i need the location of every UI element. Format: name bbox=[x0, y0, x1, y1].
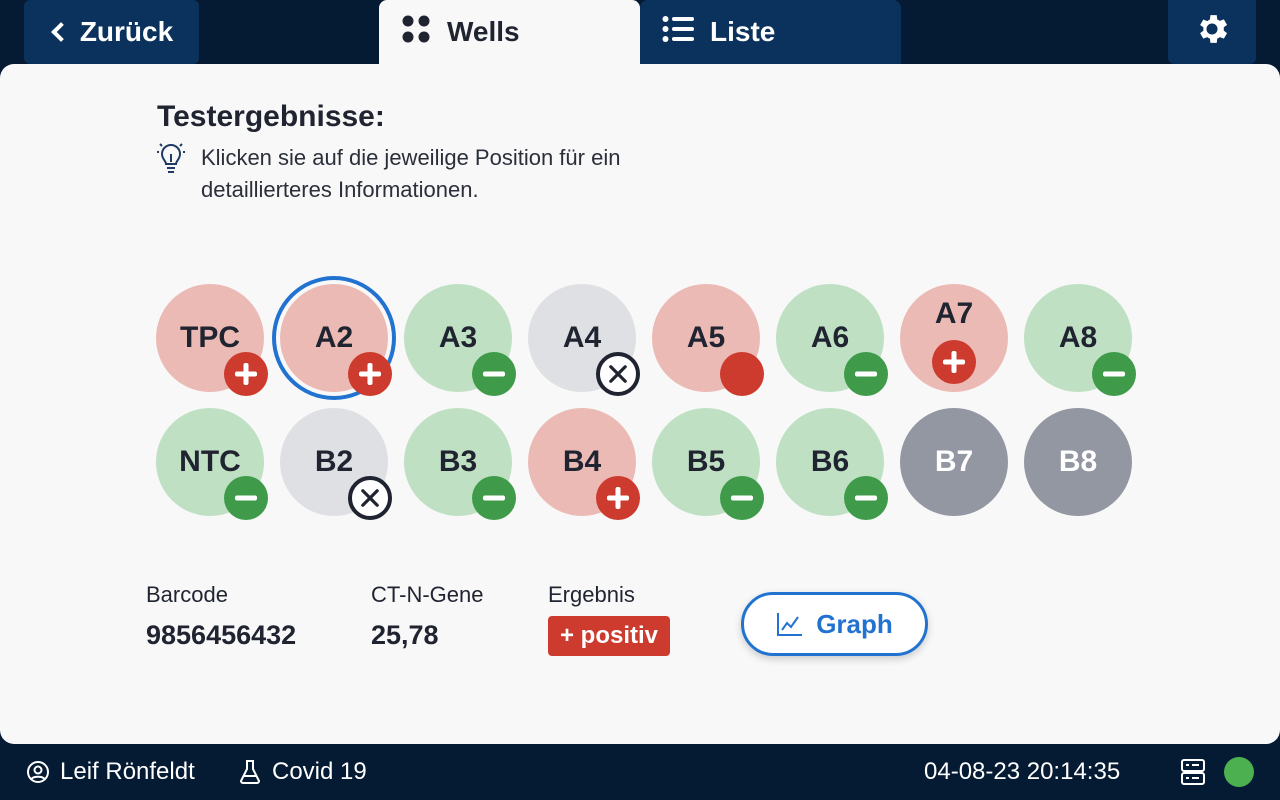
well-grid: TPC A2 A3 A4 A5 A6 A7 A8 NTC B2 B3 B4 B5 B6 B7 B8 bbox=[156, 284, 1136, 520]
x-circle-icon bbox=[596, 352, 640, 396]
well-ntc[interactable]: NTC bbox=[156, 408, 268, 520]
tab-liste[interactable]: Liste bbox=[640, 0, 901, 64]
dot-icon bbox=[720, 352, 764, 396]
graph-button[interactable]: Graph bbox=[741, 592, 928, 656]
main-panel: Testergebnisse: Klicken sie auf die jewe… bbox=[0, 64, 1280, 744]
well-tpc[interactable]: TPC bbox=[156, 284, 268, 396]
test-info: Covid 19 bbox=[238, 758, 367, 786]
well-a4[interactable]: A4 bbox=[528, 284, 640, 396]
well-label: A6 bbox=[810, 321, 850, 354]
minus-icon bbox=[472, 352, 516, 396]
well-b3[interactable]: B3 bbox=[404, 408, 516, 520]
ct-value: 25,78 bbox=[371, 620, 439, 650]
barcode-block: Barcode 9856456432 bbox=[146, 582, 296, 651]
well-b2[interactable]: B2 bbox=[280, 408, 392, 520]
well-label: B3 bbox=[438, 445, 478, 478]
result-label: Ergebnis bbox=[548, 582, 635, 607]
page-title: Testergebnisse: bbox=[157, 100, 385, 133]
well-label: B4 bbox=[562, 445, 602, 478]
status-indicator bbox=[1224, 757, 1254, 787]
lightbulb-icon bbox=[155, 142, 187, 206]
settings-button[interactable] bbox=[1168, 0, 1256, 64]
well-label: TPC bbox=[180, 321, 240, 354]
result-block: Ergebnis + positiv bbox=[548, 582, 671, 656]
barcode-label: Barcode bbox=[146, 582, 228, 607]
well-label: A2 bbox=[314, 321, 354, 354]
graph-label: Graph bbox=[816, 608, 893, 639]
well-a3[interactable]: A3 bbox=[404, 284, 516, 396]
well-label: NTC bbox=[179, 445, 241, 478]
well-b7[interactable]: B7 bbox=[900, 408, 1008, 516]
ct-label: CT-N-Gene bbox=[371, 582, 484, 607]
minus-icon bbox=[472, 476, 516, 520]
minus-icon bbox=[844, 476, 888, 520]
server-status-button[interactable] bbox=[1180, 758, 1216, 786]
ct-block: CT-N-Gene 25,78 bbox=[371, 582, 483, 651]
well-label: A5 bbox=[686, 321, 726, 354]
user-icon bbox=[27, 761, 49, 783]
well-label: A4 bbox=[562, 321, 602, 354]
user-info: Leif Rönfeldt bbox=[26, 758, 195, 786]
plus-icon bbox=[348, 352, 392, 396]
well-a8[interactable]: A8 bbox=[1024, 284, 1136, 396]
well-label: A8 bbox=[1058, 321, 1098, 354]
well-a7[interactable]: A7 bbox=[900, 284, 1008, 392]
well-label: A7 bbox=[934, 297, 974, 330]
well-label: B2 bbox=[314, 445, 354, 478]
datetime-text: 04-08-23 20:14:35 bbox=[924, 758, 1121, 785]
well-b6[interactable]: B6 bbox=[776, 408, 888, 520]
chart-line-icon bbox=[777, 613, 803, 636]
well-a6[interactable]: A6 bbox=[776, 284, 888, 396]
well-label: B6 bbox=[810, 445, 850, 478]
plus-icon bbox=[932, 340, 976, 384]
well-label: A3 bbox=[438, 321, 478, 354]
flask-icon bbox=[239, 760, 261, 784]
datetime: 04-08-23 20:14:35 bbox=[924, 758, 1120, 786]
server-icon bbox=[1181, 759, 1205, 785]
x-circle-icon bbox=[348, 476, 392, 520]
well-b5[interactable]: B5 bbox=[652, 408, 764, 520]
back-label: Zurück bbox=[79, 16, 174, 47]
top-bar: Zurück Wells Liste bbox=[0, 0, 1280, 64]
well-a2[interactable]: A2 bbox=[280, 284, 392, 396]
minus-icon bbox=[720, 476, 764, 520]
list-icon bbox=[662, 15, 694, 50]
tab-wells[interactable]: Wells bbox=[379, 0, 640, 64]
well-label: B7 bbox=[934, 445, 974, 478]
minus-icon bbox=[844, 352, 888, 396]
test-name: Covid 19 bbox=[272, 758, 367, 785]
chevron-left-icon bbox=[50, 22, 71, 42]
well-b4[interactable]: B4 bbox=[528, 408, 640, 520]
footer-bar: Leif Rönfeldt Covid 19 04-08-23 20:14:35 bbox=[0, 744, 1280, 800]
plus-icon bbox=[596, 476, 640, 520]
minus-icon bbox=[224, 476, 268, 520]
well-label: B8 bbox=[1058, 445, 1098, 478]
user-name: Leif Rönfeldt bbox=[60, 758, 195, 785]
back-button[interactable]: Zurück bbox=[24, 0, 199, 64]
minus-icon bbox=[1092, 352, 1136, 396]
tab-wells-label: Wells bbox=[447, 16, 520, 47]
well-a5[interactable]: A5 bbox=[652, 284, 764, 396]
tab-liste-label: Liste bbox=[710, 16, 776, 47]
well-label: B5 bbox=[686, 445, 726, 478]
hint-text: Klicken sie auf die jeweilige Position f… bbox=[201, 145, 621, 202]
plus-icon bbox=[224, 352, 268, 396]
hint: Klicken sie auf die jeweilige Position f… bbox=[155, 142, 721, 206]
dots-grid-icon bbox=[401, 14, 431, 51]
well-b8[interactable]: B8 bbox=[1024, 408, 1132, 516]
gear-icon bbox=[1193, 10, 1231, 55]
result-badge: + positiv bbox=[548, 616, 671, 656]
barcode-value: 9856456432 bbox=[146, 620, 297, 650]
